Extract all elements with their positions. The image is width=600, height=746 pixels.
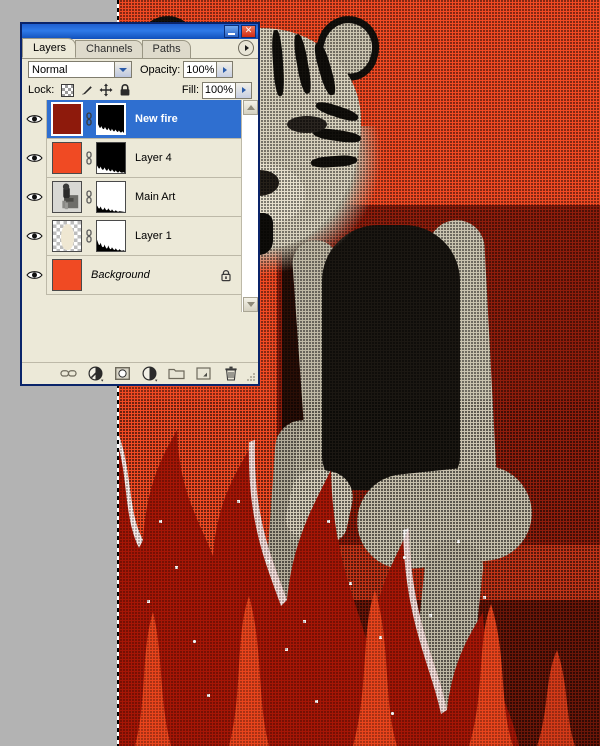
layers-scrollbar[interactable] [241,100,258,312]
eye-icon[interactable] [25,151,43,165]
layer-locked-icon [220,269,232,285]
lock-label: Lock: [28,84,55,96]
lock-all-icon[interactable] [117,83,132,98]
palette-bottom-toolbar [22,362,258,384]
lock-transparent-pixels-icon[interactable] [60,83,75,98]
tab-paths[interactable]: Paths [141,40,191,58]
layer-visibility-toggle[interactable] [22,177,47,217]
close-button[interactable]: ✕ [241,25,256,38]
opacity-field[interactable]: 100% [183,61,234,78]
eye-icon[interactable] [25,268,43,282]
layer-thumbnail[interactable] [52,220,82,252]
minimize-button[interactable] [224,25,239,38]
layer-mask-thumbnail[interactable] [96,142,126,174]
fill-value: 100% [204,84,234,96]
new-layer-icon[interactable] [195,366,212,382]
link-mask-icon[interactable] [82,220,96,252]
blend-mode-value: Normal [32,63,68,76]
fill-slider-arrow-icon[interactable] [235,82,251,98]
layer-row-new-fire[interactable]: New fire [22,100,242,139]
palette-tab-bar: Layers Channels Paths [22,38,258,59]
layer-thumbnail[interactable] [52,181,82,213]
delete-layer-trash-icon[interactable] [222,366,239,382]
layer-row-layer-1[interactable]: Layer 1 [22,216,242,256]
add-layer-mask-icon[interactable] [114,366,131,382]
layer-visibility-toggle[interactable] [22,138,47,178]
eye-icon[interactable] [25,190,43,204]
layer-thumbnail[interactable] [51,102,83,136]
layer-visibility-toggle[interactable] [22,216,47,256]
layer-mask-thumbnail[interactable] [96,103,126,135]
layer-mask-thumbnail[interactable] [96,181,126,213]
opacity-value: 100% [186,63,215,76]
eye-icon[interactable] [25,112,43,126]
new-group-folder-icon[interactable] [168,366,185,382]
layer-name: New fire [135,113,178,125]
tiger-eye-right [287,116,327,133]
new-fill-adjustment-layer-icon[interactable] [141,365,158,382]
lock-position-icon[interactable] [98,83,113,98]
palette-menu-button[interactable] [238,40,254,56]
tab-channels[interactable]: Channels [75,40,143,58]
lock-row: Lock: Fill: 100% [22,79,258,101]
layer-name: Main Art [135,191,176,203]
layer-row-main-art[interactable]: Main Art [22,177,242,217]
screen-root: ✕ Layers Channels Paths Normal Opacity: … [0,0,600,746]
eye-icon[interactable] [25,229,43,243]
lock-image-pixels-icon[interactable] [79,83,94,98]
blend-mode-select[interactable]: Normal [28,61,132,78]
layers-list[interactable]: New fire Layer 4 Main Art Layer 1 Backgr… [22,100,258,312]
layer-thumbnail[interactable] [52,259,82,291]
fill-label: Fill: [181,84,199,96]
layer-row-layer-4[interactable]: Layer 4 [22,138,242,178]
link-mask-icon[interactable] [82,181,96,213]
palette-titlebar[interactable]: ✕ [22,24,258,39]
layer-name: Background [91,269,150,281]
layers-palette-window[interactable]: ✕ Layers Channels Paths Normal Opacity: … [20,22,260,386]
chevron-down-icon[interactable] [114,62,131,77]
opacity-slider-arrow-icon[interactable] [216,62,233,77]
layer-style-fx-icon[interactable] [87,365,104,382]
layer-row-background[interactable]: Background [22,255,242,295]
scroll-up-arrow-icon[interactable] [243,100,258,115]
scroll-down-arrow-icon[interactable] [243,297,258,312]
link-layers-icon[interactable] [60,366,77,382]
blend-opacity-row: Normal Opacity: 100% [22,59,258,79]
link-mask-icon[interactable] [82,103,96,135]
tab-layers[interactable]: Layers [22,38,77,58]
fill-field[interactable]: 100% [202,81,252,99]
layer-name: Layer 1 [135,230,172,242]
link-mask-icon[interactable] [82,142,96,174]
layer-visibility-toggle[interactable] [22,255,47,295]
layer-mask-thumbnail[interactable] [96,220,126,252]
opacity-label: Opacity: [140,63,181,76]
layer-thumbnail[interactable] [52,142,82,174]
palette-resize-grip[interactable] [246,372,256,382]
layer-visibility-toggle[interactable] [22,100,47,139]
layer-name: Layer 4 [135,152,172,164]
